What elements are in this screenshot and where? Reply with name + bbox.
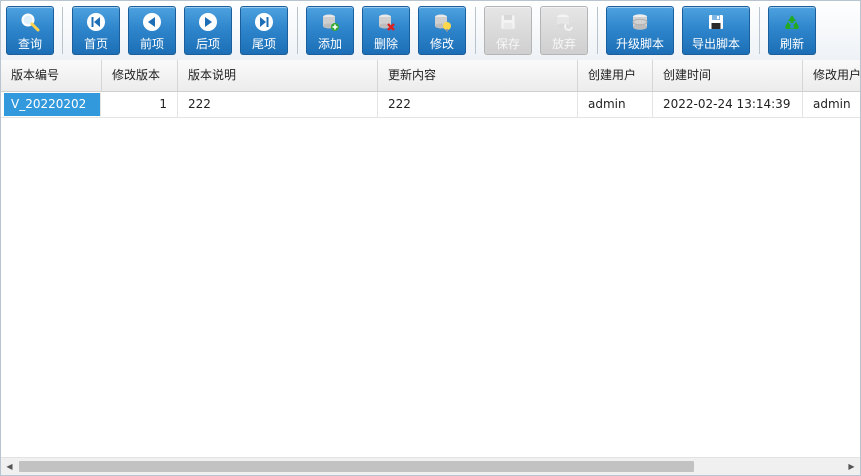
discard-icon xyxy=(557,14,573,31)
last-page-icon xyxy=(255,13,273,31)
toolbar-separator xyxy=(475,7,476,54)
add-database-icon xyxy=(323,14,339,31)
toolbar-separator xyxy=(297,7,298,54)
search-button[interactable]: 查询 xyxy=(6,6,54,55)
refresh-icon xyxy=(785,15,799,29)
add-button-label: 添加 xyxy=(317,37,342,51)
search-icon xyxy=(21,13,40,32)
toolbar-separator xyxy=(62,7,63,54)
column-header-created-time[interactable]: 创建时间 xyxy=(653,60,803,91)
discard-button-label: 放弃 xyxy=(551,37,576,51)
column-header-version-number[interactable]: 版本编号 xyxy=(1,60,102,91)
scrollbar-thumb[interactable] xyxy=(19,461,694,472)
cell-version-number[interactable]: V_20220202 xyxy=(4,93,101,116)
version-table: 版本编号 修改版本 版本说明 更新内容 创建用户 创建时间 修改用户 V_202… xyxy=(1,60,860,458)
scroll-right-arrow-icon[interactable]: ▶ xyxy=(843,458,860,475)
cell-created-by[interactable]: admin xyxy=(578,92,653,117)
cell-created-time[interactable]: 2022-02-24 13:14:39 xyxy=(653,92,803,117)
save-button[interactable]: 保存 xyxy=(484,6,532,55)
last-page-button[interactable]: 尾项 xyxy=(240,6,288,55)
table-row[interactable]: V_20220202 1 222 222 admin 2022-02-24 13… xyxy=(1,92,860,118)
search-button-label: 查询 xyxy=(17,37,42,51)
previous-icon xyxy=(143,13,161,31)
export-script-button[interactable]: 导出脚本 xyxy=(682,6,750,55)
cell-update-content[interactable]: 222 xyxy=(378,92,578,117)
next-button-label: 后项 xyxy=(195,37,220,51)
toolbar-separator xyxy=(597,7,598,54)
edit-button-label: 修改 xyxy=(429,37,454,51)
toolbar: 查询 首页 前项 后项 尾项 添加 删除 修改 保存 放弃 升级脚本 导出脚本 … xyxy=(1,1,860,61)
toolbar-separator xyxy=(759,7,760,54)
save-button-label: 保存 xyxy=(495,37,520,51)
cell-version-description[interactable]: 222 xyxy=(178,92,378,117)
delete-button-label: 删除 xyxy=(373,37,398,51)
next-icon xyxy=(199,13,217,31)
discard-button[interactable]: 放弃 xyxy=(540,6,588,55)
upgrade-script-button[interactable]: 升级脚本 xyxy=(606,6,674,55)
add-button[interactable]: 添加 xyxy=(306,6,354,55)
upgrade-script-button-label: 升级脚本 xyxy=(615,37,664,51)
export-script-button-label: 导出脚本 xyxy=(691,37,740,51)
column-header-version-description[interactable]: 版本说明 xyxy=(178,60,378,91)
delete-button[interactable]: 删除 xyxy=(362,6,410,55)
cell-modified-by[interactable]: admin xyxy=(803,92,860,117)
table-header: 版本编号 修改版本 版本说明 更新内容 创建用户 创建时间 修改用户 xyxy=(1,60,860,92)
refresh-button-label: 刷新 xyxy=(779,37,804,51)
export-script-icon xyxy=(709,15,723,29)
previous-button-label: 前项 xyxy=(139,37,164,51)
save-icon xyxy=(500,14,516,30)
delete-database-icon xyxy=(379,14,395,31)
edit-button[interactable]: 修改 xyxy=(418,6,466,55)
column-header-revision[interactable]: 修改版本 xyxy=(102,60,178,91)
refresh-button[interactable]: 刷新 xyxy=(768,6,816,55)
cell-revision[interactable]: 1 xyxy=(102,92,178,117)
first-page-button-label: 首页 xyxy=(83,37,108,51)
upgrade-script-icon xyxy=(632,14,648,30)
column-header-created-by[interactable]: 创建用户 xyxy=(578,60,653,91)
column-header-modified-by[interactable]: 修改用户 xyxy=(803,60,860,91)
first-page-icon xyxy=(87,13,105,31)
last-page-button-label: 尾项 xyxy=(251,37,276,51)
scroll-left-arrow-icon[interactable]: ◀ xyxy=(1,458,18,475)
next-button[interactable]: 后项 xyxy=(184,6,232,55)
edit-database-icon xyxy=(435,14,451,32)
column-header-update-content[interactable]: 更新内容 xyxy=(378,60,578,91)
first-page-button[interactable]: 首页 xyxy=(72,6,120,55)
previous-button[interactable]: 前项 xyxy=(128,6,176,55)
horizontal-scrollbar[interactable]: ◀ ▶ xyxy=(1,457,860,475)
version-management-window: 查询 首页 前项 后项 尾项 添加 删除 修改 保存 放弃 升级脚本 导出脚本 … xyxy=(0,0,861,476)
